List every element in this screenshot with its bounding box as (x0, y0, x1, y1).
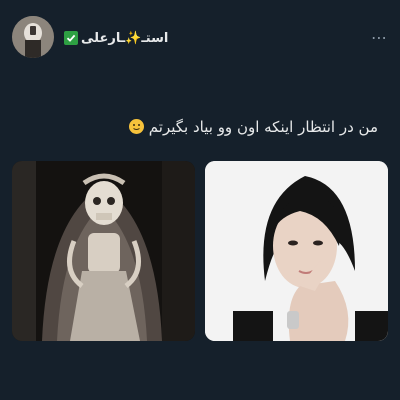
slightly-smiling-face-icon (129, 119, 144, 134)
avatar-photo (12, 16, 54, 58)
tweet-header: استـ✨ـارعلی ⋯ (0, 0, 400, 70)
verified-check-icon (64, 31, 78, 45)
avatar[interactable] (12, 16, 54, 58)
media-image-right[interactable] (205, 161, 388, 341)
skeleton-bride-photo (12, 161, 195, 341)
media-image-left[interactable] (12, 161, 195, 341)
more-options-icon[interactable]: ⋯ (371, 28, 388, 47)
young-man-portrait-photo (205, 161, 388, 341)
display-name: استـ✨ـارعلی (81, 30, 169, 46)
user-name-row[interactable]: استـ✨ـارعلی (64, 28, 168, 48)
tweet-body: من در انتظار اینکه اون وو بیاد بگیرتم (148, 118, 378, 136)
tweet-text: من در انتظار اینکه اون وو بیاد بگیرتم (18, 118, 378, 136)
